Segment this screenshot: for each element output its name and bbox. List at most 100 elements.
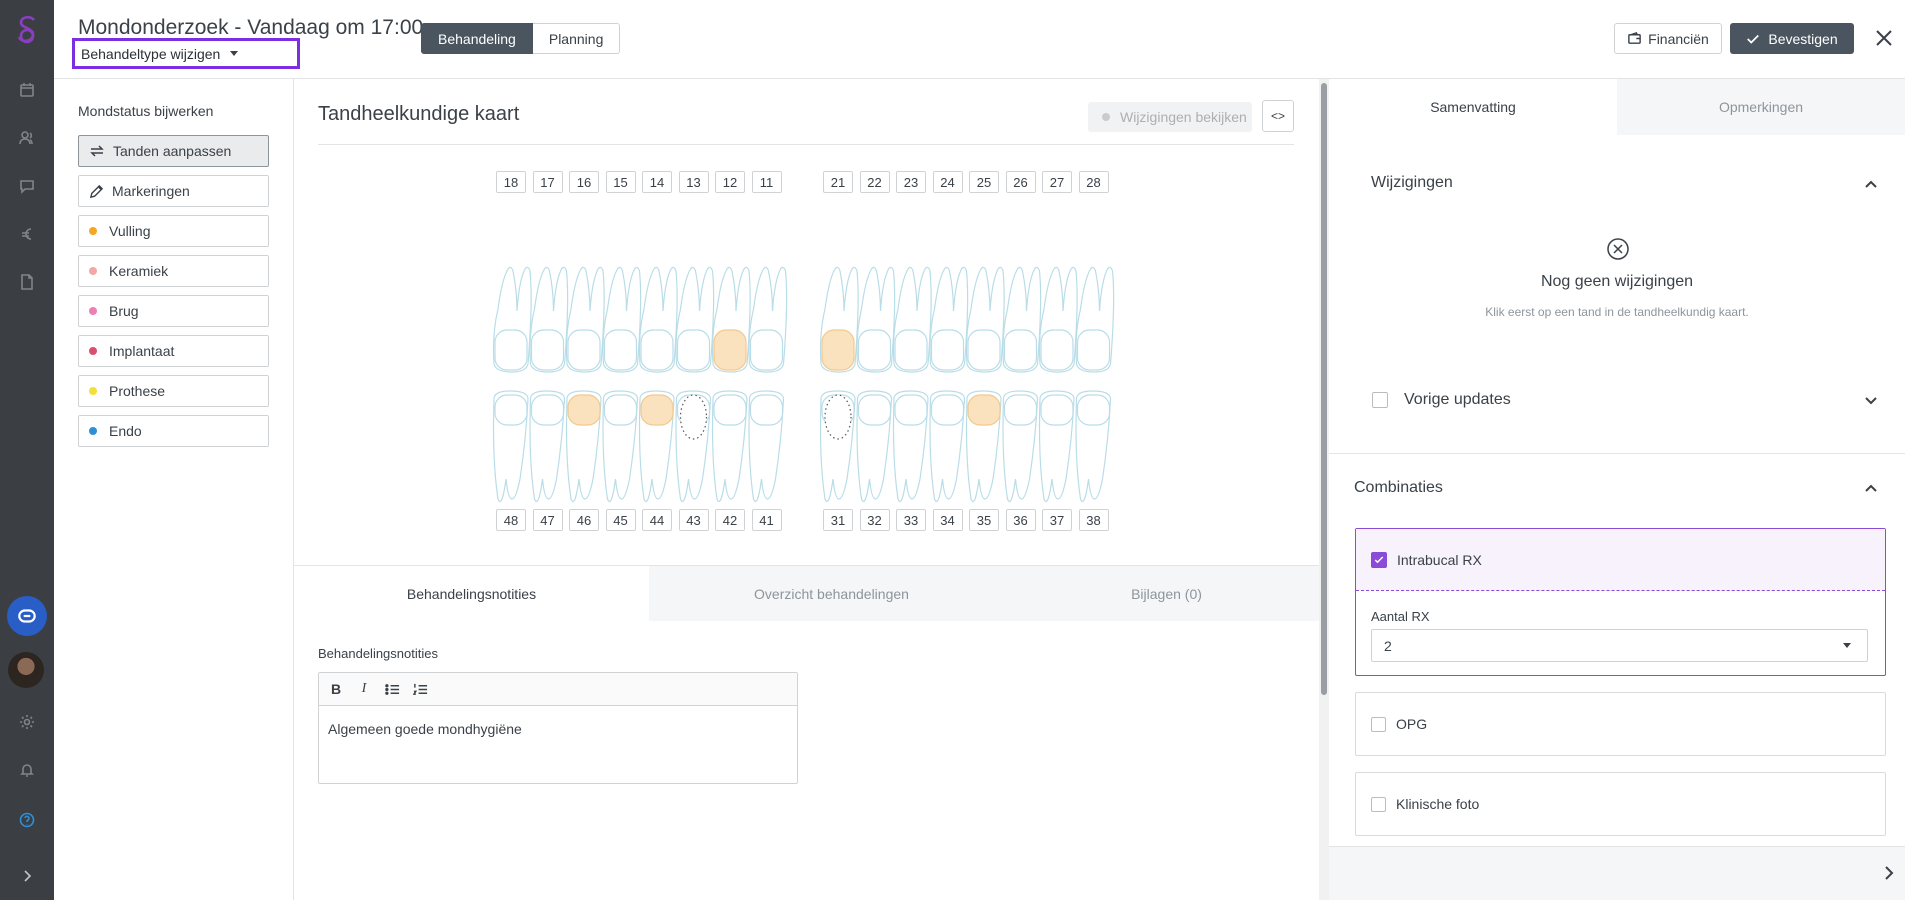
tooth-crown-33[interactable]: [894, 394, 928, 426]
tooth-number-27[interactable]: 27: [1042, 171, 1072, 193]
tooth-number-23[interactable]: 23: [896, 171, 926, 193]
tooth-crown-11[interactable]: [749, 329, 784, 371]
klinische-foto-checkbox[interactable]: [1371, 796, 1386, 812]
tooth-crown-14[interactable]: [640, 329, 674, 371]
tooth-crown-46[interactable]: [567, 394, 601, 426]
tooth-number-25[interactable]: 25: [969, 171, 999, 193]
bullet-list-icon[interactable]: [383, 680, 401, 698]
tooth-number-12[interactable]: 12: [715, 171, 745, 193]
tooth-number-24[interactable]: 24: [932, 171, 963, 193]
view-changes-button[interactable]: Wijzigingen bekijken: [1088, 102, 1252, 132]
opg-card[interactable]: OPG: [1355, 692, 1886, 756]
tab-behandelingsnotities[interactable]: Behandelingsnotities: [294, 566, 649, 621]
chevron-down-icon[interactable]: [1863, 393, 1879, 409]
tooth-crown-15[interactable]: [603, 329, 638, 371]
vulling-button[interactable]: Vulling: [78, 215, 269, 247]
tooth-number-11[interactable]: 11: [751, 171, 782, 193]
prothese-button[interactable]: Prothese: [78, 375, 269, 407]
tab-opmerkingen[interactable]: Opmerkingen: [1617, 79, 1905, 135]
chevron-up-icon[interactable]: [1863, 480, 1879, 496]
opg-checkbox[interactable]: [1371, 716, 1386, 732]
tab-samenvatting[interactable]: Samenvatting: [1329, 79, 1617, 135]
tooth-crown-27[interactable]: [1040, 329, 1074, 371]
tooth-crown-42[interactable]: [713, 394, 747, 426]
italic-icon[interactable]: I: [355, 680, 373, 698]
teeth-diagram[interactable]: [294, 219, 1319, 559]
tooth-crown-38[interactable]: [1076, 394, 1111, 426]
settings-icon[interactable]: [17, 712, 37, 732]
chat-icon[interactable]: [17, 176, 37, 196]
markeringen-button[interactable]: Markeringen: [78, 175, 269, 207]
tooth-crown-18[interactable]: [494, 329, 528, 371]
tooth-crown-34[interactable]: [930, 394, 965, 426]
patients-icon[interactable]: [17, 128, 37, 148]
tooth-number-21[interactable]: 21: [823, 171, 853, 193]
endo-button[interactable]: Endo: [78, 415, 269, 447]
support-chat-icon[interactable]: [7, 596, 47, 636]
tooth-number-26[interactable]: 26: [1005, 171, 1036, 193]
help-icon[interactable]: [17, 810, 37, 830]
klinische-foto-card[interactable]: Klinische foto: [1355, 772, 1886, 836]
intrabucal-checkbox[interactable]: [1371, 551, 1387, 568]
tooth-crown-22[interactable]: [857, 329, 892, 371]
avatar[interactable]: [8, 652, 44, 688]
notes-editor[interactable]: B I Algemeen goede mondhygiëne: [318, 672, 798, 784]
tooth-crown-21[interactable]: [821, 329, 855, 371]
tooth-number-22[interactable]: 22: [859, 171, 890, 193]
tooth-number-17[interactable]: 17: [532, 171, 563, 193]
tooth-crown-47[interactable]: [530, 394, 565, 426]
tooth-number-15[interactable]: 15: [605, 171, 636, 193]
document-icon[interactable]: [17, 272, 37, 292]
tooth-crown-45[interactable]: [603, 394, 638, 426]
expand-nav-icon[interactable]: [17, 866, 37, 886]
scrollbar-thumb[interactable]: [1321, 83, 1327, 695]
numbered-list-icon[interactable]: [411, 680, 429, 698]
tooth-crown-32[interactable]: [857, 394, 892, 426]
vorige-updates-checkbox[interactable]: [1372, 392, 1388, 408]
tab-overzicht-behandelingen[interactable]: Overzicht behandelingen: [649, 566, 1014, 621]
tooth-crown-28[interactable]: [1076, 329, 1111, 371]
brug-button[interactable]: Brug: [78, 295, 269, 327]
tooth-crown-12[interactable]: [713, 329, 747, 371]
tooth-number-18[interactable]: 18: [496, 171, 526, 193]
tooth-crown-48[interactable]: [494, 394, 528, 426]
tooth-crown-41[interactable]: [749, 394, 784, 426]
bold-icon[interactable]: B: [327, 680, 345, 698]
tab-planning[interactable]: Planning: [532, 23, 621, 54]
chevron-right-icon[interactable]: [1881, 865, 1897, 881]
tooth-crown-44[interactable]: [640, 394, 674, 426]
aantal-rx-select[interactable]: 2: [1371, 629, 1868, 662]
tooth-number-14[interactable]: 14: [642, 171, 672, 193]
calendar-icon[interactable]: [17, 80, 37, 100]
tooth-crown-26[interactable]: [1003, 329, 1038, 371]
bell-icon[interactable]: [17, 760, 37, 780]
tanden-aanpassen-button[interactable]: Tanden aanpassen: [78, 135, 269, 167]
keramiek-button[interactable]: Keramiek: [78, 255, 269, 287]
tab-bijlagen[interactable]: Bijlagen (0): [1014, 566, 1319, 621]
tooth-crown-16[interactable]: [567, 329, 601, 371]
tooth-crown-23[interactable]: [894, 329, 928, 371]
intrabucal-row[interactable]: Intrabucal RX: [1356, 529, 1885, 591]
tooth-crown-13[interactable]: [676, 329, 711, 371]
scrollbar[interactable]: [1319, 79, 1329, 900]
implantaat-button[interactable]: Implantaat: [78, 335, 269, 367]
notes-text[interactable]: Algemeen goede mondhygiëne: [319, 706, 797, 752]
close-icon[interactable]: [1872, 26, 1896, 50]
tooth-crown-35[interactable]: [967, 394, 1001, 426]
change-treatment-type-button[interactable]: Behandeltype wijzigen: [72, 38, 300, 69]
financien-button[interactable]: Financiën: [1614, 23, 1722, 54]
tooth-crown-24[interactable]: [930, 329, 965, 371]
tooth-crown-36[interactable]: [1003, 394, 1038, 426]
tooth-crown-37[interactable]: [1040, 394, 1074, 426]
app-logo-icon[interactable]: [12, 14, 42, 48]
tooth-number-28[interactable]: 28: [1078, 171, 1109, 193]
euro-icon[interactable]: [17, 224, 37, 244]
chevron-up-icon[interactable]: [1863, 176, 1879, 192]
bevestigen-button[interactable]: Bevestigen: [1730, 23, 1854, 54]
tooth-crown-17[interactable]: [530, 329, 565, 371]
code-toggle-button[interactable]: <>: [1262, 100, 1294, 132]
tooth-number-13[interactable]: 13: [678, 171, 709, 193]
tab-behandeling[interactable]: Behandeling: [421, 23, 533, 54]
tooth-crown-25[interactable]: [967, 329, 1001, 371]
tooth-number-16[interactable]: 16: [569, 171, 599, 193]
